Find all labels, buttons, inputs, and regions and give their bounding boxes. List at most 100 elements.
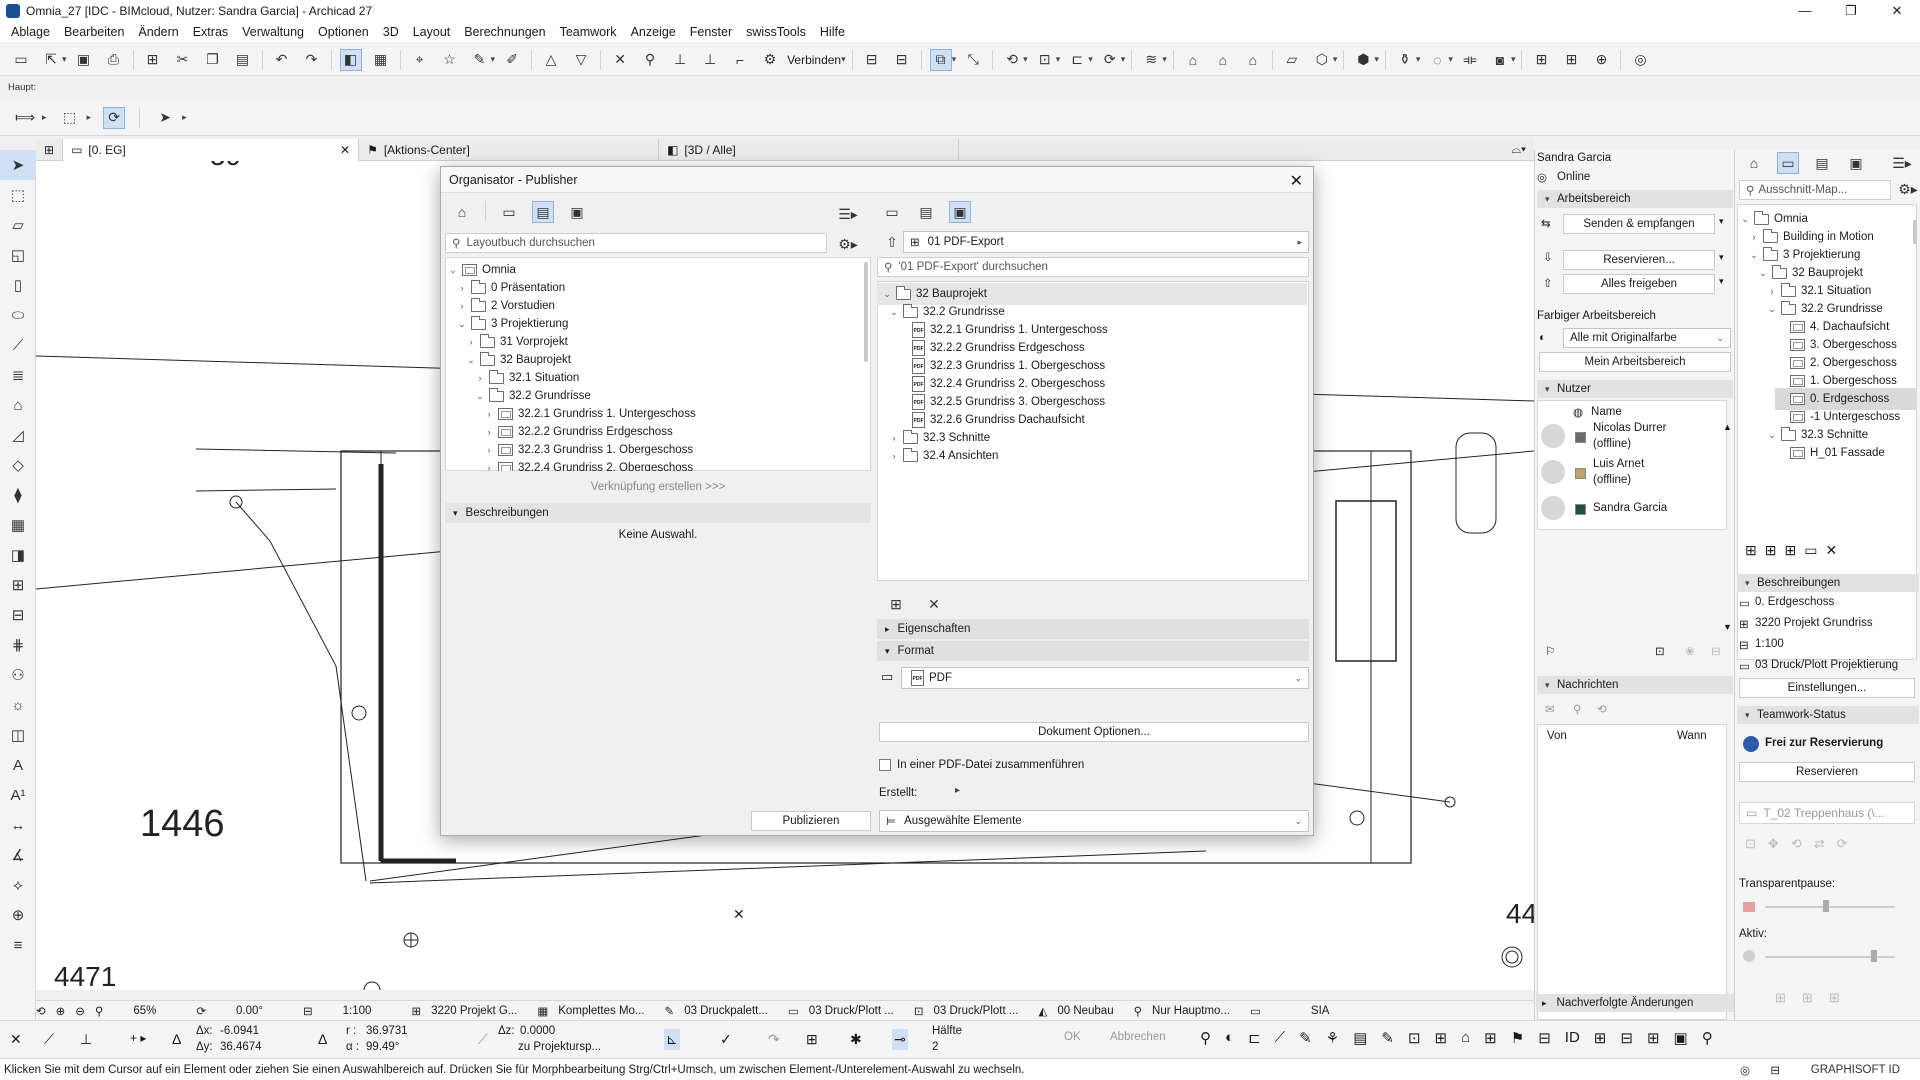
menu-layout[interactable]: Layout xyxy=(406,25,458,39)
open-file-icon[interactable]: ⇱ xyxy=(40,49,62,71)
publisher-set-select[interactable]: ⊞ 01 PDF-Export ▸ xyxy=(903,231,1309,253)
new-view-icon[interactable]: ⊞ xyxy=(1745,542,1757,559)
trace-show-icon[interactable]: ⊞ xyxy=(1802,990,1813,1006)
created-expand-icon[interactable]: ▸ xyxy=(955,785,960,796)
right-publisher-icon[interactable]: ▣ xyxy=(949,201,971,223)
orientation-icon[interactable]: ⟳ xyxy=(196,1004,206,1018)
chevron-down-icon[interactable]: ⌄ xyxy=(447,265,459,276)
chevron-right-icon[interactable]: › xyxy=(483,427,495,437)
send-backward-icon[interactable]: ▽ xyxy=(570,49,592,71)
hide-icon[interactable]: ◌ xyxy=(1426,49,1448,71)
project-map-icon[interactable]: ⌂ xyxy=(451,201,473,223)
chevron-right-icon[interactable]: › xyxy=(465,337,477,347)
cancel-input-icon[interactable]: ✕ xyxy=(10,1031,22,1048)
navigator-menu-icon[interactable]: ☰▸ xyxy=(1891,152,1913,174)
house-icon[interactable]: ⌂ xyxy=(1182,49,1204,71)
settings-button[interactable]: Einstellungen... xyxy=(1739,678,1915,698)
elevation-icon[interactable]: ⊟ xyxy=(861,49,883,71)
find-select-icon[interactable]: ⚲ xyxy=(1702,1029,1713,1047)
level-dimension-icon[interactable]: ⟡ xyxy=(0,870,36,900)
publisher-bar-icon[interactable]: ▣ xyxy=(1674,1029,1688,1047)
attach-icon[interactable]: ⟋ xyxy=(1275,1029,1286,1047)
chevron-down-icon[interactable]: ⌄ xyxy=(1757,268,1769,279)
distribute-icon[interactable]: ⊥ xyxy=(699,49,721,71)
model-view-value[interactable]: Komplettes Mo... xyxy=(558,1005,644,1017)
element-list-icon[interactable]: ⊞ xyxy=(1560,49,1582,71)
users-scroll-down-icon[interactable]: ▼ xyxy=(1723,622,1732,632)
bimx-icon[interactable]: ◎ xyxy=(1629,49,1651,71)
menu-anzeige[interactable]: Anzeige xyxy=(624,25,683,39)
tracked-changes-header[interactable]: ▸ Nachverfolgte Änderungen xyxy=(1536,994,1734,1012)
cut-icon[interactable]: ✂ xyxy=(172,49,194,71)
copy-icon[interactable]: ❐ xyxy=(202,49,224,71)
chevron-down-icon[interactable]: ⌄ xyxy=(474,391,486,402)
descriptions-header[interactable]: ▾ Beschreibungen xyxy=(445,503,871,523)
zoom-in-icon[interactable]: ⊕ xyxy=(56,1004,66,1018)
merge-pdf-checkbox-box[interactable] xyxy=(879,759,891,771)
ok-button[interactable]: OK xyxy=(1064,1031,1081,1043)
split-icon[interactable]: ✕ xyxy=(609,49,631,71)
zoom-out-icon[interactable]: ⊖ xyxy=(75,1004,85,1018)
magic-wand-icon[interactable]: ⚲ xyxy=(639,49,661,71)
renovation-icon[interactable]: ⟲ xyxy=(1001,49,1023,71)
trace-options-icon[interactable]: ⊞ xyxy=(1829,990,1840,1006)
menu-bearbeiten[interactable]: Bearbeiten xyxy=(57,25,131,39)
users-scroll-up-icon[interactable]: ▲ xyxy=(1723,422,1732,432)
plot-icon[interactable]: ⊞ xyxy=(142,49,164,71)
marquee-tool-icon[interactable]: ⬚ xyxy=(0,180,36,210)
cancel-button[interactable]: Abbrechen xyxy=(1110,1031,1166,1043)
checkmark-icon[interactable]: ✓ xyxy=(720,1031,732,1048)
users-name-column[interactable]: ◍ Name xyxy=(1573,405,1622,419)
layoutbook-search-input[interactable]: ⚲ Layoutbuch durchsuchen xyxy=(445,233,827,253)
chevron-right-icon[interactable]: › xyxy=(888,433,900,443)
chevron-right-icon[interactable]: › xyxy=(1748,232,1760,242)
new-folder-icon[interactable]: ⊞ xyxy=(885,593,907,615)
linked-view-field[interactable]: ▭ T_02 Treppenhaus (\... xyxy=(1739,802,1915,824)
new-message-icon[interactable]: ✉ xyxy=(1545,702,1555,716)
merge-pdf-checkbox[interactable]: In einer PDF-Datei zusammenführen xyxy=(879,759,1084,771)
half-label[interactable]: Hälfte xyxy=(932,1025,962,1037)
menu-3d[interactable]: 3D xyxy=(376,25,406,39)
chevron-right-icon[interactable]: › xyxy=(888,451,900,461)
publisher-sets-icon[interactable]: ▣ xyxy=(566,201,588,223)
teamwork-status-header[interactable]: Teamwork-Status xyxy=(1737,706,1919,724)
delete-item-icon[interactable]: ✕ xyxy=(923,593,945,615)
selection-method-icon[interactable]: ⬚ xyxy=(59,107,81,129)
publisher-search-input[interactable]: ⚲ '01 PDF-Export' durchsuchen xyxy=(877,257,1309,277)
tree-row[interactable]: › 32.2.4 Grundriss 2. Obergeschoss xyxy=(483,457,693,471)
elevation-lock-icon[interactable]: ⟋ xyxy=(478,1031,488,1048)
request-icon[interactable]: ⊡ xyxy=(1655,644,1665,658)
eyedropper-icon[interactable]: ✎ xyxy=(469,49,491,71)
zoom-value[interactable]: 65% xyxy=(133,1005,156,1017)
text-tool-icon[interactable]: A xyxy=(0,750,36,780)
menu-fenster[interactable]: Fenster xyxy=(683,25,739,39)
adjust-icon[interactable]: ⌐ xyxy=(729,49,751,71)
message-reply-icon[interactable]: ⟲ xyxy=(1597,702,1607,716)
reserve-view-button[interactable]: Reservieren xyxy=(1739,762,1915,782)
z-coordinate[interactable]: 0.0000 xyxy=(520,1025,555,1037)
format-select[interactable]: PDF PDF ⌄ xyxy=(901,667,1309,689)
active-slider-thumb[interactable] xyxy=(1871,950,1877,962)
navigator-settings-icon[interactable]: ⚙▸ xyxy=(1897,178,1919,200)
tab-grid-icon[interactable]: ⊞ xyxy=(36,138,64,161)
schedule-icon[interactable]: ⊞ xyxy=(1647,1029,1660,1047)
beam-tool-icon[interactable]: ⟋ xyxy=(0,330,36,360)
worksheet-icon[interactable]: ⟳ xyxy=(1099,49,1121,71)
save-icon[interactable]: ▣ xyxy=(73,49,95,71)
menu-berechnungen[interactable]: Berechnungen xyxy=(457,25,552,39)
renovation-filter-icon[interactable]: ⌂ xyxy=(1461,1029,1470,1047)
left-tree-scrollbar[interactable] xyxy=(864,262,868,362)
chevron-down-icon[interactable]: ⌄ xyxy=(1766,304,1778,315)
menu-ablage[interactable]: Ablage xyxy=(4,25,57,39)
fill-display-icon[interactable]: ⚘ xyxy=(1326,1029,1339,1047)
chevron-right-icon[interactable]: › xyxy=(483,463,495,471)
transparency-slider[interactable] xyxy=(1765,906,1895,908)
move-reference-icon[interactable]: ✥ xyxy=(1768,836,1779,852)
dimension-tool-icon[interactable]: ↔ xyxy=(0,810,36,840)
interactive-schedule-icon[interactable]: ⊞ xyxy=(1530,49,1552,71)
pen-set-value[interactable]: 03 Druckpalett... xyxy=(684,1005,768,1017)
norm-value[interactable]: SIA xyxy=(1311,1005,1330,1017)
chevron-down-icon[interactable]: ⌄ xyxy=(1748,250,1760,261)
properties-icon[interactable]: ▭ xyxy=(1804,542,1817,559)
chevron-down-icon[interactable]: ⌄ xyxy=(1766,430,1778,441)
